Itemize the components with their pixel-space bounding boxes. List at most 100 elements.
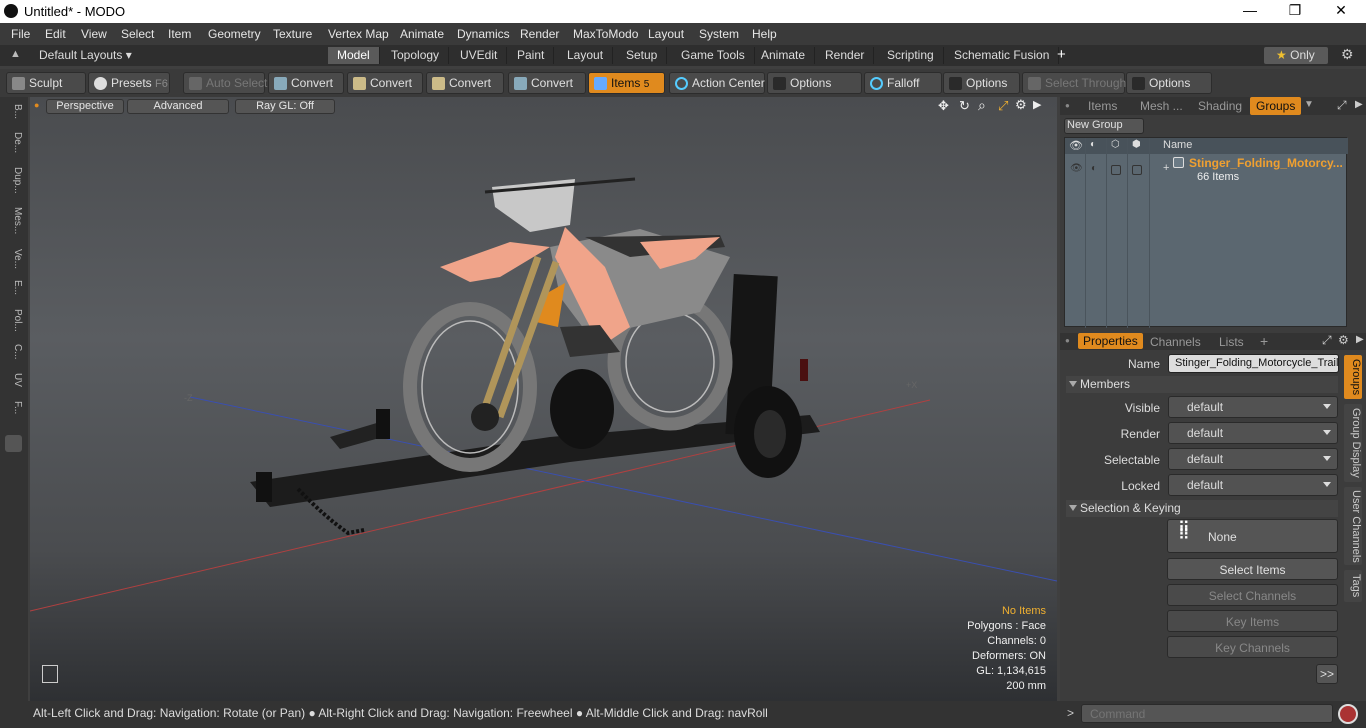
menu-help[interactable]: Help: [752, 27, 777, 41]
options-button-3[interactable]: Options: [1126, 72, 1212, 94]
visible-dropdown[interactable]: default: [1168, 396, 1338, 418]
tab-items[interactable]: Items: [1088, 99, 1117, 113]
none-button[interactable]: ⠿ ⠿ None: [1167, 519, 1338, 553]
auto-select-button[interactable]: Auto Select: [183, 72, 267, 94]
expand-group-icon[interactable]: +: [1163, 162, 1169, 174]
tab-animate[interactable]: Animate: [752, 47, 816, 64]
more-button[interactable]: >>: [1316, 664, 1338, 684]
sculpt-button[interactable]: Sculpt: [6, 72, 86, 94]
add-tab-button[interactable]: +: [1260, 333, 1268, 349]
items-mode-button[interactable]: Items 5: [588, 72, 665, 94]
tab-game-tools[interactable]: Game Tools: [672, 47, 755, 64]
tab-channels[interactable]: Channels: [1150, 335, 1201, 349]
gear-icon[interactable]: ⚙: [1341, 46, 1354, 63]
menu-item[interactable]: Item: [168, 27, 191, 41]
tab-render[interactable]: Render: [816, 47, 875, 64]
convert-button-4[interactable]: Convert: [508, 72, 586, 94]
options-button-2[interactable]: Options: [943, 72, 1020, 94]
menu-layout[interactable]: Layout: [648, 27, 684, 41]
menu-view[interactable]: View: [81, 27, 107, 41]
properties-gear-icon[interactable]: ⚙: [1338, 333, 1349, 347]
tab-topology[interactable]: Topology: [382, 47, 450, 64]
menu-edit[interactable]: Edit: [45, 27, 66, 41]
members-section[interactable]: Members: [1066, 376, 1338, 393]
tooltab-duplicate[interactable]: Dup...: [3, 163, 23, 197]
tab-groups[interactable]: Groups: [1250, 97, 1302, 115]
maximize-button[interactable]: ❐: [1280, 2, 1310, 19]
tab-uvedit[interactable]: UVEdit: [451, 47, 508, 64]
panel-menu-icon[interactable]: ●: [1065, 101, 1070, 110]
panel-arrow-icon[interactable]: ▶: [1355, 99, 1363, 110]
menu-dynamics[interactable]: Dynamics: [457, 27, 510, 41]
convert-button-3[interactable]: Convert: [426, 72, 504, 94]
tab-paint[interactable]: Paint: [508, 47, 555, 64]
key-channels-button[interactable]: Key Channels: [1167, 636, 1338, 658]
presets-button[interactable]: Presets F6: [88, 72, 170, 94]
tab-model[interactable]: Model: [328, 47, 380, 64]
panel-arrow-icon[interactable]: ▶: [1356, 334, 1364, 345]
tab-scripting[interactable]: Scripting: [878, 47, 944, 64]
sidetab-user-channels[interactable]: User Channels: [1344, 487, 1362, 565]
tooltab-edge[interactable]: E...: [3, 277, 23, 299]
tooltab-vertex[interactable]: Ve...: [3, 245, 23, 273]
name-input[interactable]: Stinger_Folding_Motorcycle_Trail: [1168, 354, 1339, 373]
menu-render[interactable]: Render: [520, 27, 559, 41]
menu-texture[interactable]: Texture: [273, 27, 312, 41]
menu-animate[interactable]: Animate: [400, 27, 444, 41]
panel-menu-icon[interactable]: ●: [1065, 336, 1070, 345]
menu-file[interactable]: File: [11, 27, 30, 41]
select-through-button[interactable]: Select Through: [1022, 72, 1126, 94]
strip-toggle-button[interactable]: [5, 435, 22, 452]
tab-setup[interactable]: Setup: [617, 47, 668, 64]
convert-button-2[interactable]: Convert: [347, 72, 423, 94]
minimize-button[interactable]: —: [1235, 2, 1265, 18]
tooltab-fusion[interactable]: F...: [3, 397, 23, 419]
options-button-1[interactable]: Options: [767, 72, 862, 94]
tab-properties[interactable]: Properties: [1078, 333, 1143, 349]
menu-vertex-map[interactable]: Vertex Map: [328, 27, 389, 41]
tab-lists[interactable]: Lists: [1219, 335, 1244, 349]
sidetab-tags[interactable]: Tags: [1344, 570, 1362, 602]
tab-mesh[interactable]: Mesh ...: [1140, 99, 1183, 113]
group-name[interactable]: Stinger_Folding_Motorcy...: [1189, 156, 1343, 170]
key-items-button[interactable]: Key Items: [1167, 610, 1338, 632]
tooltab-uv[interactable]: UV: [3, 369, 23, 391]
tab-dropdown-icon[interactable]: ▼: [1304, 99, 1314, 110]
tooltab-deform[interactable]: De...: [3, 128, 23, 158]
add-tab-button[interactable]: +: [1057, 46, 1066, 63]
action-center-button[interactable]: Action Center: [669, 72, 765, 94]
sidetab-groups[interactable]: Groups: [1344, 355, 1362, 399]
menu-geometry[interactable]: Geometry: [208, 27, 261, 41]
tooltab-polygon[interactable]: Pol...: [3, 304, 23, 336]
convert-button-1[interactable]: Convert: [268, 72, 344, 94]
tab-schematic-fusion[interactable]: Schematic Fusion: [945, 47, 1060, 64]
group-row[interactable]: 👁 ◐ + Stinger_Folding_Motorcy... 66 Item…: [1065, 156, 1348, 184]
menu-select[interactable]: Select: [121, 27, 154, 41]
selectable-dropdown[interactable]: default: [1168, 448, 1338, 470]
3d-viewport[interactable]: ● Perspective Advanced Ray GL: Off ✥ ↻ ⌕…: [30, 97, 1057, 701]
tooltab-curve[interactable]: C...: [3, 341, 23, 363]
select-channels-button[interactable]: Select Channels: [1167, 584, 1338, 606]
render-dropdown[interactable]: default: [1168, 422, 1338, 444]
select-toggle-icon[interactable]: [1111, 165, 1121, 175]
new-group-button[interactable]: New Group: [1064, 118, 1144, 134]
falloff-button[interactable]: Falloff: [864, 72, 942, 94]
layouts-dropdown[interactable]: Default Layouts ▾: [39, 48, 132, 62]
tab-shading[interactable]: Shading: [1198, 99, 1242, 113]
tab-layout[interactable]: Layout: [558, 47, 614, 64]
only-toggle[interactable]: ★ Only: [1264, 47, 1328, 64]
menu-system[interactable]: System: [699, 27, 739, 41]
tooltab-mesh-edit[interactable]: Mes...: [3, 203, 23, 239]
expand-panel-icon[interactable]: ⤢: [1337, 98, 1347, 113]
sidetab-group-display[interactable]: Group Display: [1344, 404, 1362, 482]
close-button[interactable]: ✕: [1326, 2, 1356, 19]
select-items-button[interactable]: Select Items: [1167, 558, 1338, 580]
command-input[interactable]: [1081, 704, 1333, 723]
expand-panel-icon[interactable]: ⤢: [1322, 333, 1332, 348]
selection-keying-section[interactable]: Selection & Keying: [1066, 500, 1338, 517]
lock-toggle-icon[interactable]: [1132, 165, 1142, 175]
collapse-icon[interactable]: ▲: [10, 48, 21, 60]
locked-dropdown[interactable]: default: [1168, 474, 1338, 496]
record-icon[interactable]: [1338, 704, 1358, 724]
render-toggle-icon[interactable]: ◐: [1091, 163, 1097, 174]
